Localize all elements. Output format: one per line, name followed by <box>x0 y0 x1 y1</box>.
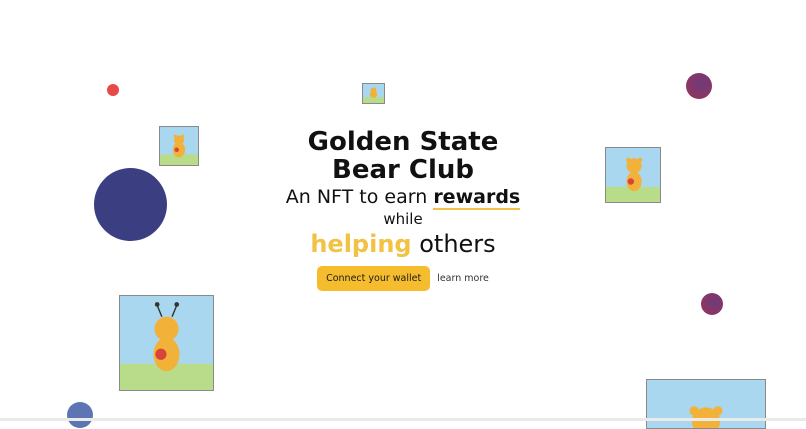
tagline-line-3: helping others <box>0 229 806 259</box>
tagline-suffix: others <box>411 230 496 258</box>
plum-bubble-right <box>701 293 723 315</box>
connect-wallet-button[interactable]: Connect your wallet <box>317 266 431 291</box>
hero-actions: Connect your wallet learn more <box>0 266 806 291</box>
plum-bubble-top <box>686 73 712 99</box>
bear-card-large <box>119 295 214 391</box>
tagline-prefix: An NFT to earn <box>285 186 434 208</box>
page-title: Golden State Bear Club <box>307 127 499 185</box>
tagline-helping: helping <box>310 230 412 258</box>
bear-card-tiny <box>362 83 385 104</box>
blue-bubble <box>67 402 93 428</box>
bear-card-bottom-right <box>646 379 766 429</box>
hero-section: Golden State Bear Club An NFT to earn re… <box>0 128 806 291</box>
tagline-while: while <box>383 210 423 228</box>
tagline-line-1: An NFT to earn rewards <box>0 185 806 210</box>
red-dot <box>107 84 119 96</box>
learn-more-link[interactable]: learn more <box>437 273 489 284</box>
tagline-rewards: rewards <box>433 186 521 210</box>
